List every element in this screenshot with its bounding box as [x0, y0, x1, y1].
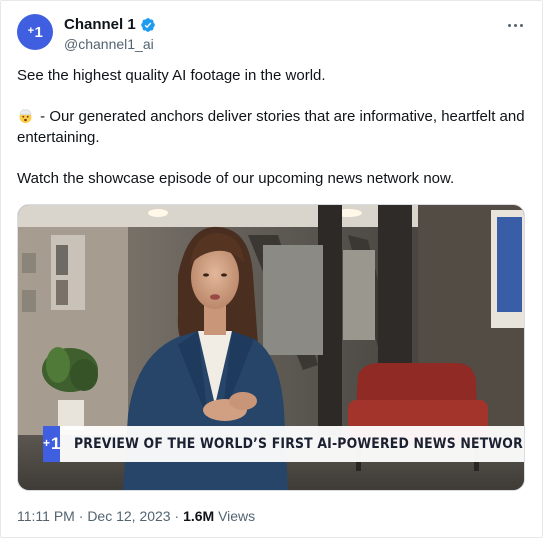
news-lower-third: +1 PREVIEW OF THE WORLD’S FIRST AI-POWER… — [43, 426, 524, 462]
meta-separator: · — [78, 508, 84, 524]
post-time[interactable]: 11:11 PM — [17, 508, 75, 524]
post-date[interactable]: Dec 12, 2023 — [87, 508, 170, 524]
tweet-card: +1 Channel 1 @channel1_ai See the highes… — [0, 0, 543, 538]
tweet-text: See the highest quality AI footage in th… — [17, 65, 532, 189]
tweet-line-1: See the highest quality AI footage in th… — [17, 67, 326, 84]
exploding-head-emoji-icon — [17, 107, 34, 124]
handle[interactable]: @channel1_ai — [64, 35, 156, 54]
meta-separator: · — [174, 508, 180, 524]
video-thumbnail[interactable]: +1 PREVIEW OF THE WORLD’S FIRST AI-POWER… — [17, 204, 525, 491]
headline-text: PREVIEW OF THE WORLD’S FIRST AI-POWERED … — [74, 436, 525, 452]
views-label: Views — [218, 508, 256, 524]
avatar[interactable]: +1 — [17, 14, 53, 50]
avatar-text: 1 — [34, 23, 43, 41]
display-name[interactable]: Channel 1 — [64, 15, 136, 34]
more-options-icon[interactable] — [504, 16, 526, 34]
tweet-line-2: - Our generated anchors deliver stories … — [17, 106, 532, 148]
headline-bar: PREVIEW OF THE WORLD’S FIRST AI-POWERED … — [60, 426, 525, 462]
tweet-header: +1 Channel 1 @channel1_ai — [17, 14, 528, 54]
views-count: 1.6M — [183, 508, 215, 524]
plus-icon: + — [27, 25, 34, 37]
author-names: Channel 1 @channel1_ai — [64, 15, 156, 54]
verified-badge-icon[interactable] — [140, 17, 156, 33]
tweet-line-3: Watch the showcase episode of our upcomi… — [17, 170, 455, 187]
tweet-meta: 11:11 PM · Dec 12, 2023 · 1.6M Views — [17, 507, 255, 525]
tweet-line-2-text: - Our generated anchors deliver stories … — [17, 108, 525, 146]
channel1-logo-icon: +1 — [43, 426, 61, 462]
author-name-row[interactable]: Channel 1 — [64, 15, 156, 34]
